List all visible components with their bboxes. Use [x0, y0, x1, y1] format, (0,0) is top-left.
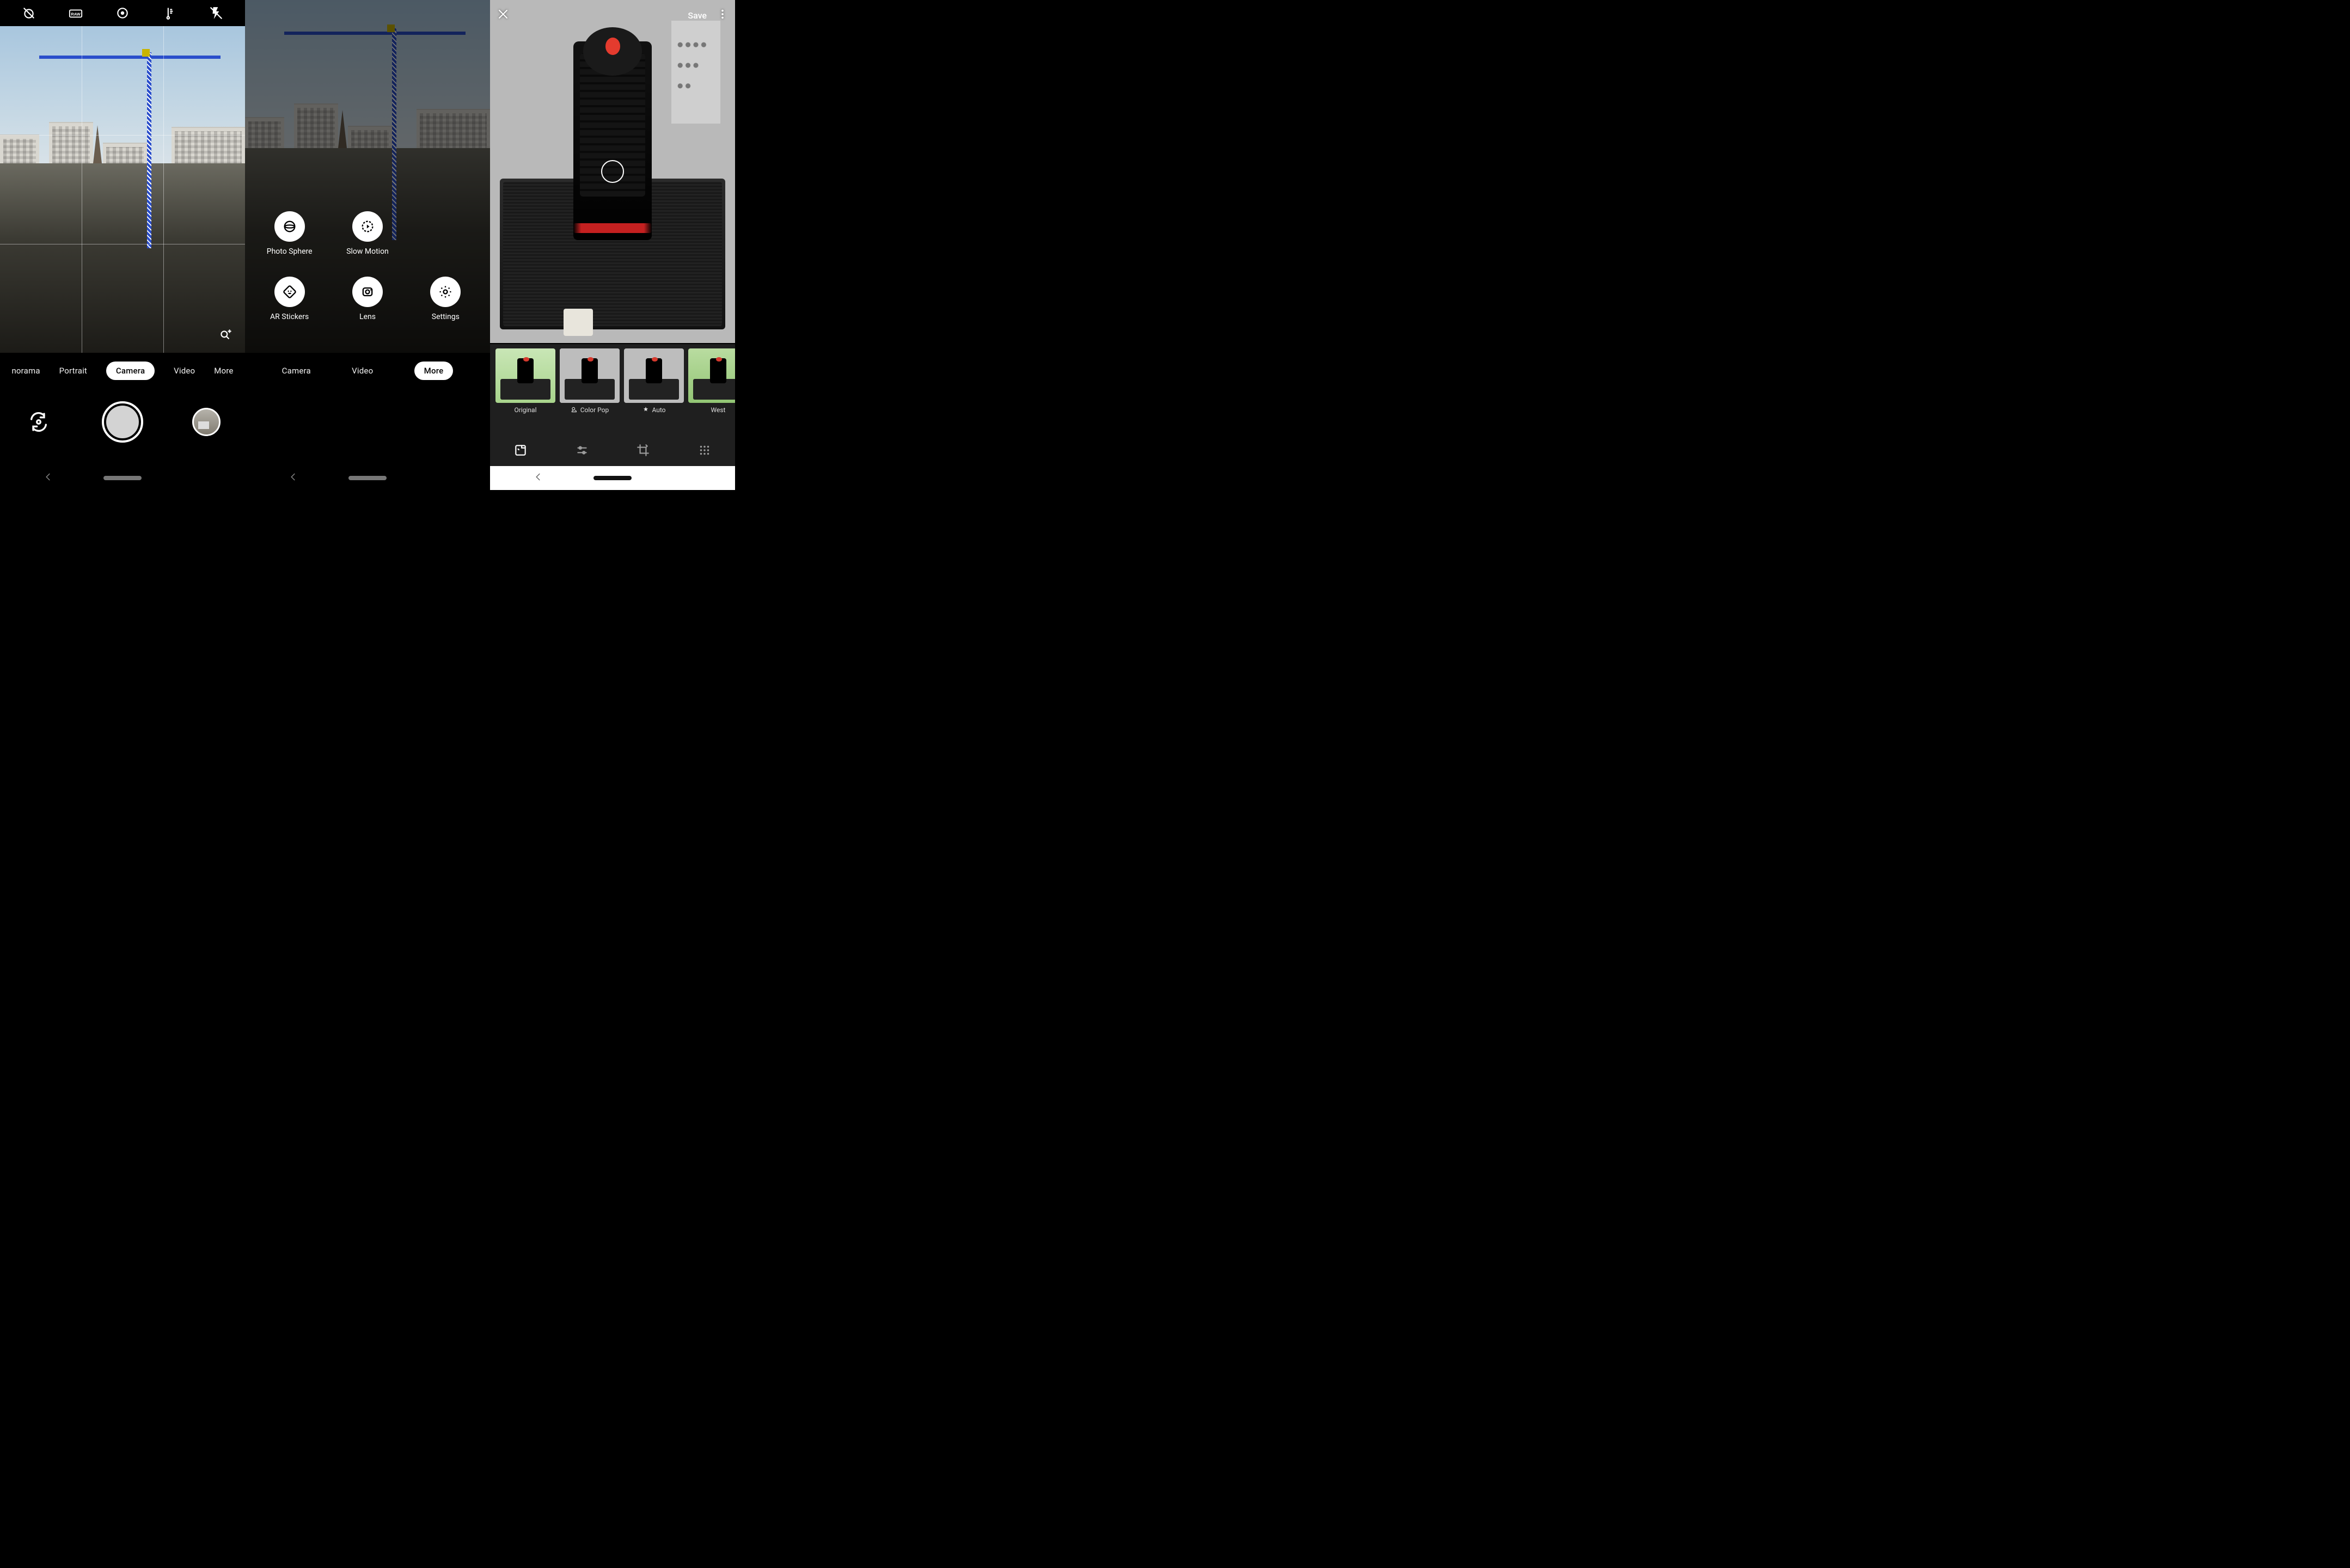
nav-home-pill[interactable]: [103, 476, 142, 480]
auto-icon: [642, 406, 650, 414]
mode-selector[interactable]: norama Portrait Camera Video More: [0, 357, 245, 384]
focus-ring-icon: [601, 160, 624, 183]
filter-auto[interactable]: Auto: [624, 348, 684, 434]
last-photo-thumbnail[interactable]: [192, 408, 221, 436]
focus-icon[interactable]: [216, 326, 235, 345]
camera-panel: RAW: [0, 0, 245, 490]
mode-more[interactable]: More: [414, 362, 454, 380]
filter-west[interactable]: West: [688, 348, 735, 434]
mode-portrait[interactable]: Portrait: [59, 366, 87, 376]
shutter-button[interactable]: [102, 401, 143, 443]
more-item-slow-motion[interactable]: Slow Motion: [328, 211, 406, 256]
filter-strip: Original Color Pop Auto: [490, 344, 735, 434]
viewfinder-scene: [0, 26, 245, 353]
mode-camera[interactable]: Camera: [106, 362, 155, 380]
more-item-label: AR Stickers: [270, 313, 309, 321]
photo-preview[interactable]: [490, 0, 735, 343]
adjust-icon[interactable]: [575, 443, 589, 457]
switch-camera-button[interactable]: [25, 408, 53, 436]
more-item-lens[interactable]: Lens: [328, 277, 406, 321]
more-item-settings[interactable]: Settings: [407, 277, 485, 321]
nav-home-pill[interactable]: [593, 476, 632, 480]
filter-label: Color Pop: [571, 406, 609, 414]
filter-label: Original: [515, 406, 537, 414]
mode-video[interactable]: Video: [352, 366, 373, 376]
more-item-ar-stickers[interactable]: AR Stickers: [250, 277, 328, 321]
more-grid: Photo Sphere Slow Motion AR Stickers Len: [245, 211, 490, 321]
more-item-label: Settings: [432, 313, 460, 321]
editor-top-bar: Save: [490, 0, 735, 30]
mode-camera[interactable]: Camera: [282, 366, 311, 376]
svg-text:RAW: RAW: [71, 12, 80, 17]
editor-panel: Save Original Color Pop: [490, 0, 735, 490]
grid-line: [163, 26, 164, 353]
mode-panorama[interactable]: norama: [11, 366, 40, 376]
filter-original[interactable]: Original: [495, 348, 555, 434]
nav-back-icon[interactable]: [289, 472, 298, 484]
top-options-bar: RAW: [0, 0, 245, 26]
motion-photo-icon[interactable]: [115, 6, 130, 20]
more-panel: Photo Sphere Slow Motion AR Stickers Len: [245, 0, 490, 490]
ar-stickers-icon: [274, 277, 305, 307]
mode-more[interactable]: More: [214, 366, 233, 376]
overflow-icon[interactable]: [717, 8, 729, 22]
mode-video[interactable]: Video: [174, 366, 195, 376]
viewfinder[interactable]: [0, 26, 245, 353]
filter-color-pop[interactable]: Color Pop: [560, 348, 620, 434]
lens-icon: [352, 277, 383, 307]
grid-extend-icon[interactable]: [697, 443, 712, 457]
nav-back-icon[interactable]: [44, 472, 53, 484]
grid-line: [0, 135, 245, 136]
filters-icon[interactable]: [513, 443, 528, 457]
camera-controls: [0, 392, 245, 452]
editor-tool-row: [490, 434, 735, 466]
android-nav-bar: [0, 466, 245, 490]
android-nav-bar: [245, 466, 490, 490]
timer-off-icon[interactable]: [22, 6, 36, 20]
more-item-label: Photo Sphere: [267, 247, 313, 256]
android-nav-bar: [490, 466, 735, 490]
filter-label: West: [711, 406, 726, 414]
raw-icon[interactable]: RAW: [69, 6, 83, 20]
slow-motion-icon: [352, 211, 383, 242]
color-pop-icon: [571, 406, 578, 414]
white-balance-icon[interactable]: [162, 6, 176, 20]
save-button[interactable]: Save: [688, 10, 707, 21]
more-item-label: Slow Motion: [346, 247, 389, 256]
crop-rotate-icon[interactable]: [636, 443, 650, 457]
mode-selector[interactable]: Camera Video More: [245, 357, 490, 384]
photo-sphere-icon: [274, 211, 305, 242]
filter-label: Auto: [642, 406, 665, 414]
nav-home-pill[interactable]: [348, 476, 387, 480]
close-icon[interactable]: [497, 8, 510, 23]
more-item-label: Lens: [359, 313, 376, 321]
flash-off-icon[interactable]: [209, 6, 223, 20]
settings-icon: [430, 277, 461, 307]
more-item-photo-sphere[interactable]: Photo Sphere: [250, 211, 328, 256]
nav-back-icon[interactable]: [534, 472, 543, 484]
